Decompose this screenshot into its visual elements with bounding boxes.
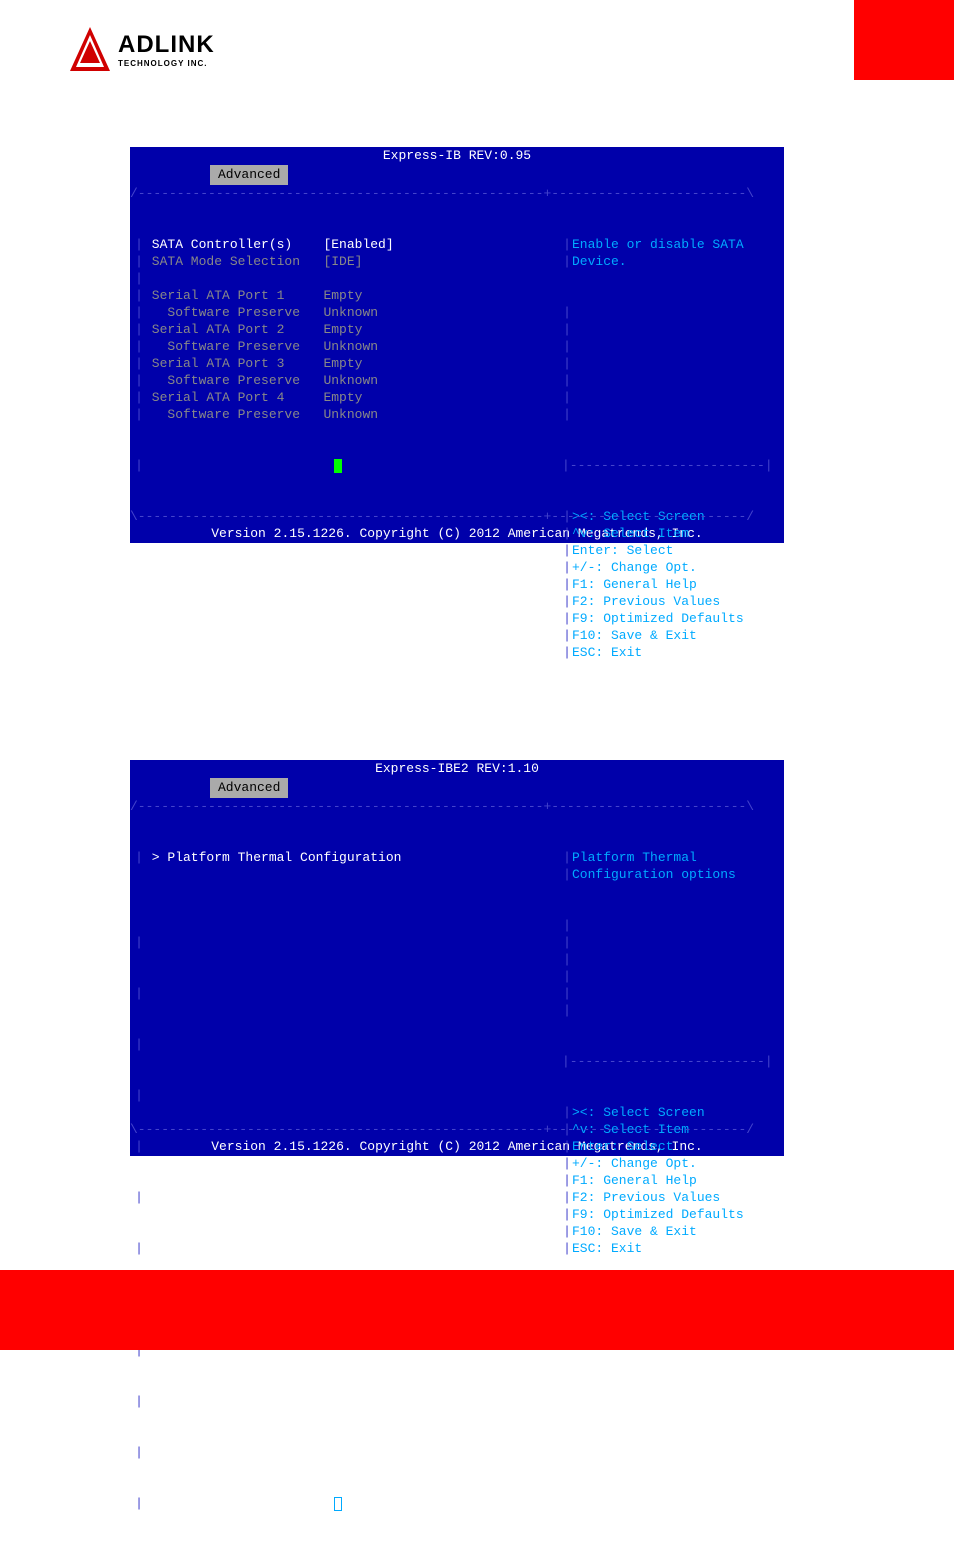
bios2-tabs[interactable]: Advanced [130,778,784,798]
key-hint: |+/-: Change Opt. [562,559,782,576]
bios-setting-row[interactable]: | Serial ATA Port 2 Empty [134,321,562,338]
key-hint: |^v: Select Item [562,525,782,542]
bios-setting-row[interactable]: | SATA Mode Selection [IDE] [134,253,562,270]
blank-row: | [134,1393,562,1410]
blank-row: | [562,917,782,934]
logo-text: ADLINK TECHNOLOGY INC. [118,31,215,68]
cursor-row: | [134,457,562,474]
adlink-logo-icon [70,27,110,71]
blank-row: | [562,406,782,423]
bios-setting-row[interactable]: | Software Preserve Unknown [134,338,562,355]
blank-row: | [134,1444,562,1461]
bios1-tabs[interactable]: Advanced [130,165,784,185]
key-hint: |F10: Save & Exit [562,627,782,644]
blank-row: | [134,985,562,1002]
blank-row: | [562,951,782,968]
blank-row: | [562,985,782,1002]
key-hint: |F1: General Help [562,1172,782,1189]
blank-row: | [562,389,782,406]
border-top: /---------------------------------------… [130,798,754,815]
bios-setting-row[interactable]: | Software Preserve Unknown [134,372,562,389]
blank-row: | [562,968,782,985]
blank-row: | [562,372,782,389]
key-hint: |F2: Previous Values [562,1189,782,1206]
blank-row: | [562,934,782,951]
tab-advanced[interactable]: Advanced [210,165,288,185]
blank-row: | [134,1138,562,1155]
blank-row: | [562,355,782,372]
bios-setting-row[interactable]: | Serial ATA Port 1 Empty [134,287,562,304]
border-top: /---------------------------------------… [130,185,754,202]
bios1-title: Express-IB REV:0.95 [130,147,784,165]
key-hint: |Enter: Select [562,542,782,559]
bios-setting-row[interactable]: | Serial ATA Port 4 Empty [134,389,562,406]
help-text: |Device. [562,253,782,270]
cursor-icon [334,1497,342,1511]
logo-sub: TECHNOLOGY INC. [118,59,215,68]
bios-setting-row[interactable]: | > Platform Thermal Configuration [134,849,562,866]
blank-row: | [134,1189,562,1206]
help-sep: |-------------------------| [562,457,782,474]
border-bottom: \---------------------------------------… [130,1121,754,1138]
key-hint: |F9: Optimized Defaults [562,1206,782,1223]
help-text: |Configuration options [562,866,782,883]
bios2-body: /---------------------------------------… [130,798,784,1138]
bios-window-2: Express-IBE2 REV:1.10 Advanced /--------… [130,760,784,1156]
blank-row: | [562,304,782,321]
bios-window-1: Express-IB REV:0.95 Advanced /----------… [130,147,784,543]
help-sep: |-------------------------| [562,1053,782,1070]
blank-row: | [134,1087,562,1104]
tab-advanced[interactable]: Advanced [210,778,288,798]
key-hint: |F9: Optimized Defaults [562,610,782,627]
key-hint: |ESC: Exit [562,1240,782,1257]
help-text: |Platform Thermal [562,849,782,866]
key-hint: |Enter: Select [562,1138,782,1155]
help-text: |Enable or disable SATA [562,236,782,253]
key-hint: |F10: Save & Exit [562,1223,782,1240]
cursor-row: | [134,1495,562,1512]
page-header: ADLINK TECHNOLOGY INC. [0,0,954,80]
bios-setting-row[interactable]: | Software Preserve Unknown [134,304,562,321]
blank-row: | [134,1036,562,1053]
bios2-title: Express-IBE2 REV:1.10 [130,760,784,778]
key-hint: |><: Select Screen [562,1104,782,1121]
key-hint: |ESC: Exit [562,644,782,661]
blank-row: | [562,321,782,338]
header-red-block [854,0,954,80]
blank-row: | [562,1002,782,1019]
bios-setting-row[interactable]: | Serial ATA Port 3 Empty [134,355,562,372]
key-hint: |F1: General Help [562,576,782,593]
page-footer-red [0,1270,954,1350]
border-bottom: \---------------------------------------… [130,508,754,525]
key-hint: |F2: Previous Values [562,593,782,610]
bios-setting-row: | [134,270,562,287]
key-hint: |+/-: Change Opt. [562,1155,782,1172]
cursor-icon [334,459,342,473]
bios-setting-row[interactable]: | SATA Controller(s) [Enabled] [134,236,562,253]
blank-row: | [134,934,562,951]
blank-row: | [562,338,782,355]
bios-setting-row[interactable]: | Software Preserve Unknown [134,406,562,423]
logo: ADLINK TECHNOLOGY INC. [0,0,215,80]
logo-name: ADLINK [118,31,215,59]
blank-row: | [134,1240,562,1257]
bios1-body: /---------------------------------------… [130,185,784,525]
